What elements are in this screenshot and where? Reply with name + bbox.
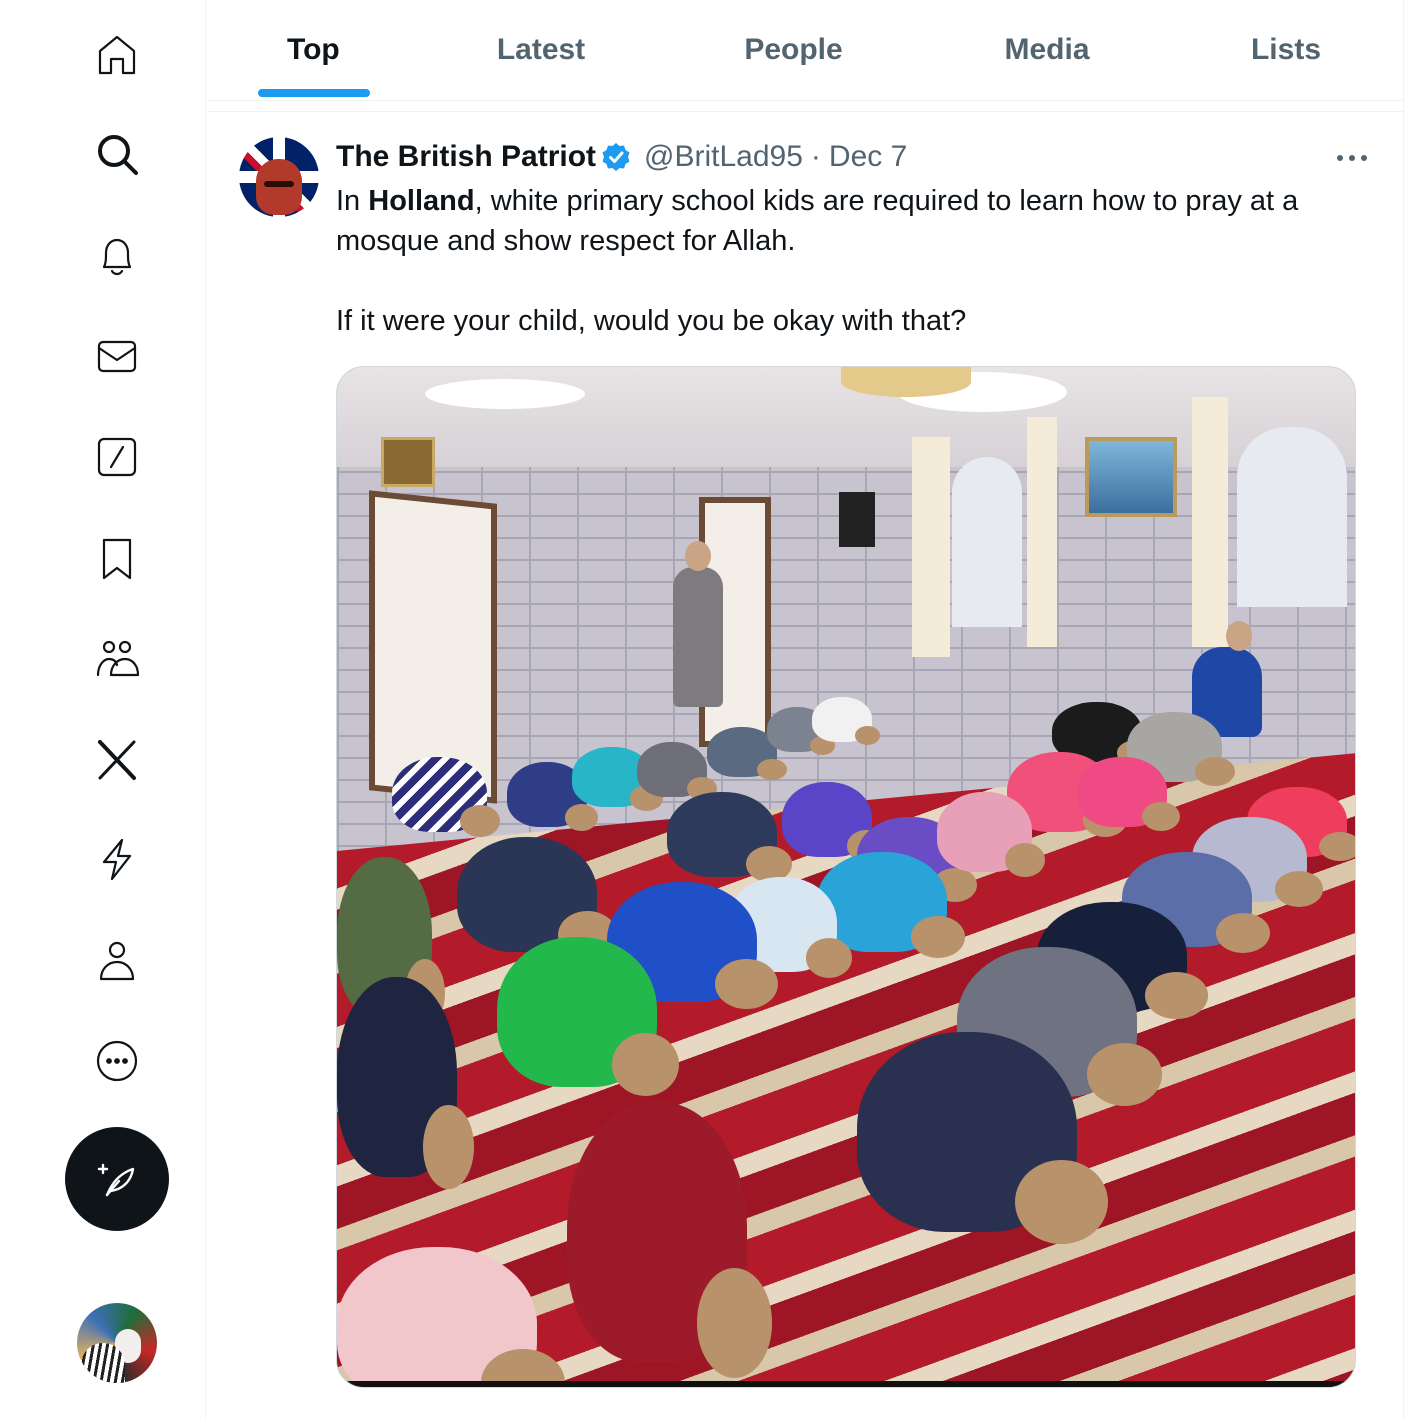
search-icon — [98, 135, 138, 175]
tab-latest[interactable]: Latest — [421, 0, 661, 100]
tab-lists[interactable]: Lists — [1168, 0, 1404, 100]
nav-notifications[interactable] — [87, 226, 147, 286]
compose-post-button[interactable] — [65, 1127, 169, 1231]
more-circle-icon — [96, 1040, 138, 1082]
verified-badge-icon — [602, 143, 630, 171]
bell-icon — [102, 238, 132, 276]
tab-label: Lists — [1250, 33, 1322, 66]
tab-people[interactable]: People — [661, 0, 926, 100]
column-border — [1403, 0, 1404, 1419]
person-icon — [99, 941, 135, 981]
left-sidebar — [0, 0, 206, 1419]
tweet-text-line-1: In Holland, white primary school kids ar… — [336, 185, 1299, 257]
active-tab-indicator — [258, 89, 370, 97]
nav-messages[interactable] — [87, 326, 147, 386]
nav-more[interactable] — [87, 1031, 147, 1091]
home-icon — [98, 35, 136, 75]
tab-label: Latest — [496, 33, 586, 66]
nav-verified-orgs[interactable] — [87, 829, 147, 889]
nav-bookmarks[interactable] — [87, 528, 147, 588]
tab-top[interactable]: Top — [207, 0, 421, 100]
more-dot-icon — [1337, 155, 1343, 161]
nav-profile[interactable] — [87, 930, 147, 990]
tweet-media-photo[interactable] — [336, 366, 1356, 1388]
nav-communities[interactable] — [87, 628, 147, 688]
tab-media[interactable]: Media — [926, 0, 1168, 100]
tweet-text-line-2: If it were your child, would you be okay… — [336, 305, 967, 337]
nav-premium[interactable] — [87, 729, 147, 789]
author-handle[interactable]: @BritLad95 — [644, 140, 803, 174]
author-name[interactable]: The British Patriot — [336, 140, 596, 174]
people-icon — [96, 640, 140, 677]
tweet-author-avatar[interactable] — [239, 137, 319, 217]
tab-label: People — [744, 33, 843, 66]
divider — [207, 111, 1404, 112]
bookmark-icon — [102, 538, 132, 580]
nav-explore[interactable] — [87, 124, 147, 184]
more-options-button[interactable] — [1332, 143, 1372, 173]
bold-text: Holland — [368, 185, 475, 217]
tab-label: Top — [287, 33, 340, 66]
search-tabs: Top Latest People Media Lists — [207, 0, 1404, 101]
mail-icon — [97, 340, 137, 373]
more-dot-icon — [1349, 155, 1355, 161]
grok-icon — [97, 437, 137, 477]
tweet-date[interactable]: Dec 7 — [829, 140, 907, 174]
x-logo-icon — [98, 740, 136, 780]
tab-label: Media — [1004, 33, 1090, 66]
nav-grok[interactable] — [87, 427, 147, 487]
feather-plus-icon — [97, 1163, 135, 1197]
tweet-text: In Holland, white primary school kids ar… — [336, 181, 1376, 341]
lightning-icon — [102, 838, 132, 881]
more-dot-icon — [1361, 155, 1367, 161]
account-avatar[interactable] — [77, 1303, 157, 1383]
tweet-header: The British Patriot @BritLad95 · Dec 7 — [336, 137, 907, 177]
separator-dot: · — [810, 140, 821, 173]
nav-home[interactable] — [87, 24, 147, 84]
